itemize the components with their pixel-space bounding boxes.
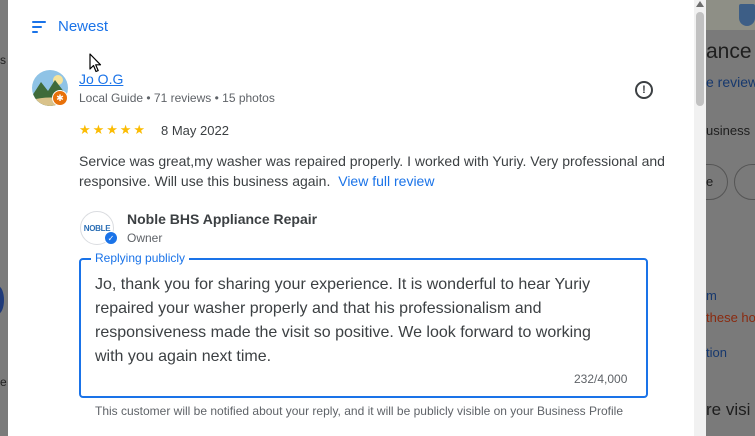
background-text-fragment: e <box>0 375 7 389</box>
reviewer-meta: Local Guide • 71 reviews • 15 photos <box>79 91 275 105</box>
star-icon: ★ <box>79 122 91 137</box>
star-icon: ★ <box>106 122 118 137</box>
scrollbar[interactable] <box>694 0 706 436</box>
background-share-pill <box>734 164 755 200</box>
background-right-strip: ance e review usiness e m these ho tion … <box>676 0 755 436</box>
scroll-up-arrow-icon[interactable] <box>696 1 704 7</box>
report-review-icon[interactable]: ! <box>635 81 653 99</box>
review-text: Service was great,my washer was repaired… <box>79 151 669 191</box>
star-icon: ★ <box>133 122 146 137</box>
background-hours-warning: these ho <box>706 310 755 325</box>
view-full-review-link[interactable]: View full review <box>338 173 434 189</box>
background-left-strip: s e <box>0 0 8 436</box>
background-category: usiness <box>706 123 751 138</box>
sort-icon <box>32 20 48 33</box>
sort-button[interactable]: Newest <box>32 18 108 35</box>
background-marker <box>0 286 4 314</box>
background-pill-label: e <box>706 174 714 189</box>
business-name: Noble BHS Appliance Repair <box>127 211 318 227</box>
reviewer-name-link[interactable]: Jo O.G <box>79 71 123 87</box>
review-reply-panel: Newest ✱ Jo O.G Local Guide • 71 reviews… <box>8 0 706 436</box>
background-directions: tion <box>706 345 727 360</box>
reply-text[interactable]: Jo, thank you for sharing your experienc… <box>95 273 615 369</box>
highway-shield-icon <box>739 4 755 26</box>
reply-field-label: Replying publicly <box>91 251 190 265</box>
star-rating: ★ ★ ★ ★ ★ <box>79 122 147 138</box>
local-guide-badge-icon: ✱ <box>52 90 68 106</box>
mouse-cursor-icon <box>89 53 102 73</box>
scrollbar-thumb[interactable] <box>696 12 704 106</box>
verified-check-icon: ✓ <box>104 231 118 245</box>
star-icon: ★ <box>92 122 105 137</box>
public-reply-notice: This customer will be notified about you… <box>95 404 624 418</box>
background-visit-heading: re visi <box>706 400 751 419</box>
character-count: 232/4,000 <box>574 372 628 386</box>
background-hours-link: m <box>706 288 717 303</box>
background-heading: ance <box>706 40 752 63</box>
star-icon: ★ <box>119 122 132 137</box>
background-text-fragment: s <box>0 53 6 67</box>
review-date: 8 May 2022 <box>161 123 229 138</box>
background-reviews-link: e review <box>706 74 755 90</box>
owner-role: Owner <box>127 231 163 245</box>
sort-label: Newest <box>58 18 109 35</box>
